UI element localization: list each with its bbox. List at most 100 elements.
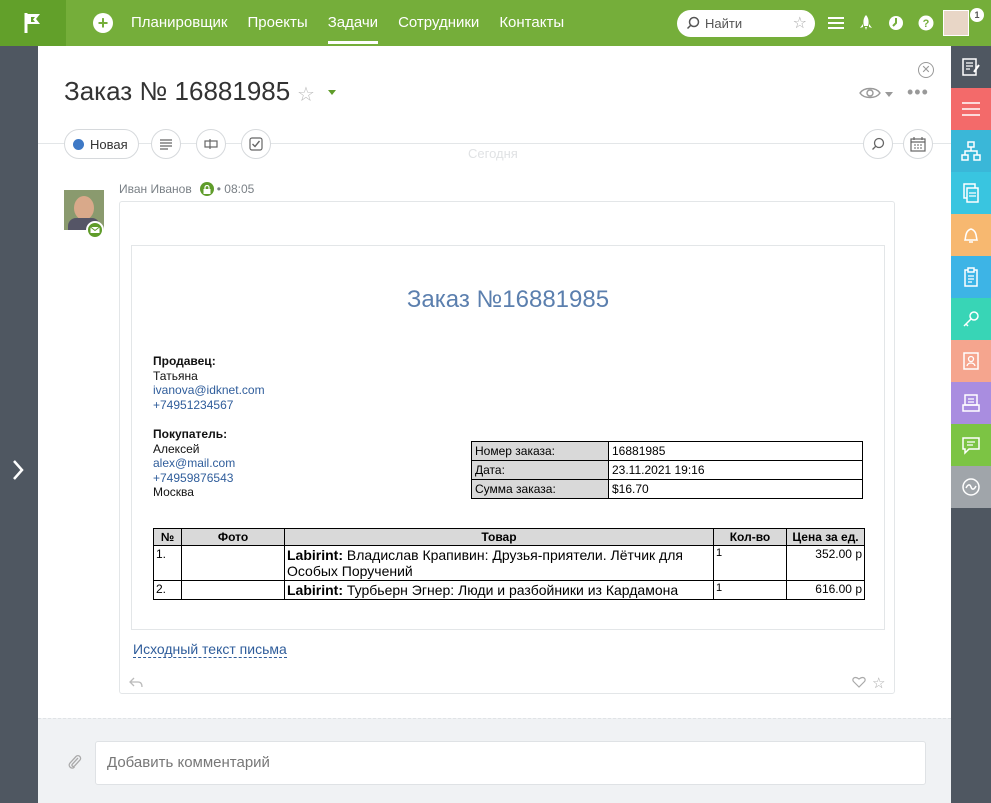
lock-icon: [199, 182, 214, 196]
seller-label: Продавец:: [153, 354, 216, 368]
email-body: Заказ №16881985 Продавец: Татьяна ivanov…: [131, 245, 885, 630]
item-product: Labirint: Владислав Крапивин: Друзья-при…: [284, 545, 714, 581]
search-feed-button[interactable]: [863, 129, 893, 159]
item-number: 2.: [153, 580, 182, 600]
user-avatar[interactable]: [943, 10, 969, 36]
contact-card-icon[interactable]: [951, 340, 991, 382]
favorite-star-icon[interactable]: ☆: [297, 82, 315, 107]
table-row: 1. Labirint: Владислав Крапивин: Друзья-…: [153, 545, 865, 581]
bell-icon[interactable]: [951, 214, 991, 256]
structure-icon[interactable]: [951, 130, 991, 172]
seller-block: Продавец: Татьяна ivanova@idknet.com +74…: [153, 354, 265, 412]
email-source-icon: [86, 221, 104, 239]
calendar-button[interactable]: [903, 129, 933, 159]
reply-icon[interactable]: [129, 676, 143, 688]
add-plus-icon[interactable]: +: [93, 13, 113, 33]
calendar-icon: [910, 137, 926, 152]
buyer-email-link[interactable]: alex@mail.com: [153, 456, 235, 470]
status-badge[interactable]: Новая: [64, 129, 139, 159]
clipboard-icon[interactable]: [951, 256, 991, 298]
item-price: 352.00 р: [786, 545, 865, 581]
column-header: Кол-во: [713, 528, 787, 546]
item-qty: 1: [713, 545, 787, 581]
buyer-name: Алексей: [153, 441, 200, 456]
original-email-link[interactable]: Исходный текст письма: [133, 641, 287, 658]
inbox-icon[interactable]: [951, 382, 991, 424]
info-key: Дата:: [471, 460, 609, 480]
nav-item-contacts[interactable]: Контакты: [499, 0, 564, 46]
info-value: 16881985: [608, 441, 863, 461]
message-card: Заказ №16881985 Продавец: Татьяна ivanov…: [119, 201, 895, 694]
notification-badge[interactable]: 1: [970, 8, 984, 22]
top-bar: + Планировщик Проекты Задачи Сотрудники …: [0, 0, 991, 46]
timer-icon[interactable]: [886, 13, 906, 33]
seller-email-link[interactable]: ivanova@idknet.com: [153, 383, 265, 397]
checklist-button[interactable]: [241, 129, 271, 159]
message-time: 08:05: [224, 182, 255, 196]
field-icon: [204, 139, 218, 149]
title-dropdown-icon[interactable]: [328, 90, 336, 95]
nav-item-tasks[interactable]: Задачи: [327, 0, 379, 46]
item-photo: [181, 580, 285, 600]
text-lines-icon: [160, 139, 172, 150]
info-value: 23.11.2021 19:16: [608, 460, 863, 480]
more-options-icon[interactable]: •••: [907, 82, 929, 103]
close-icon[interactable]: ✕: [918, 62, 934, 78]
order-items-table: № Фото Товар Кол-во Цена за ед. 1. Labir…: [153, 528, 865, 600]
help-icon[interactable]: ?: [916, 13, 936, 33]
status-dot-icon: [73, 138, 84, 150]
star-icon[interactable]: ☆: [793, 13, 807, 33]
item-brand: Labirint:: [287, 582, 343, 598]
chat-icon[interactable]: [951, 424, 991, 466]
seller-phone-link[interactable]: +74951234567: [153, 398, 233, 412]
buyer-block: Покупатель: Алексей alex@mail.com +74959…: [153, 427, 235, 500]
eye-icon[interactable]: [859, 86, 881, 100]
page-title: Заказ № 16881985: [64, 76, 291, 106]
main-nav: Планировщик Проекты Задачи Сотрудники Ко…: [131, 0, 584, 46]
heart-icon[interactable]: [852, 676, 866, 688]
key-icon[interactable]: [951, 298, 991, 340]
nav-item-planner[interactable]: Планировщик: [131, 0, 227, 46]
left-collapse-strip[interactable]: [0, 46, 38, 803]
comment-input[interactable]: Добавить комментарий: [95, 741, 926, 785]
search-placeholder: Найти: [705, 16, 743, 31]
item-title: Владислав Крапивин: Друзья-приятели. Лёт…: [287, 547, 683, 579]
svg-text:?: ?: [923, 18, 930, 30]
nav-item-employees[interactable]: Сотрудники: [398, 0, 479, 46]
watch-dropdown-icon[interactable]: [885, 92, 893, 97]
checkbox-icon: [249, 137, 263, 151]
edit-note-icon[interactable]: [951, 46, 991, 88]
seller-name: Татьяна: [153, 368, 198, 383]
comment-area: Добавить комментарий: [38, 718, 951, 803]
info-key: Сумма заказа:: [471, 479, 609, 499]
column-header: Товар: [284, 528, 714, 546]
star-icon[interactable]: ☆: [872, 674, 885, 692]
activity-icon[interactable]: [951, 466, 991, 508]
item-number: 1.: [153, 545, 182, 581]
search-icon: [686, 16, 700, 30]
item-product: Labirint: Турбьерн Эгнер: Люди и разбойн…: [284, 580, 714, 600]
table-header-row: № Фото Товар Кол-во Цена за ед.: [153, 528, 865, 546]
table-row: Дата: 23.11.2021 19:16: [471, 460, 863, 480]
search-input[interactable]: Найти ☆: [677, 10, 815, 37]
documents-icon[interactable]: [951, 172, 991, 214]
search-icon: [872, 137, 885, 150]
fields-button[interactable]: [196, 129, 226, 159]
list-icon[interactable]: [951, 88, 991, 130]
buyer-phone-link[interactable]: +74959876543: [153, 471, 233, 485]
column-header: Цена за ед.: [786, 528, 865, 546]
buyer-city: Москва: [153, 485, 194, 499]
today-separator: Сегодня: [468, 146, 518, 161]
status-label: Новая: [90, 136, 128, 152]
logo-flag-icon[interactable]: [0, 0, 66, 46]
author-name[interactable]: Иван Иванов: [119, 182, 192, 196]
paperclip-icon[interactable]: [68, 753, 82, 771]
rocket-icon[interactable]: [856, 13, 876, 33]
menu-icon[interactable]: [826, 13, 846, 33]
description-button[interactable]: [151, 129, 181, 159]
table-row: Сумма заказа: $16.70: [471, 479, 863, 499]
info-value: $16.70: [608, 479, 863, 499]
order-info-table: Номер заказа: 16881985 Дата: 23.11.2021 …: [471, 441, 863, 499]
chevron-right-icon[interactable]: [10, 458, 26, 482]
nav-item-projects[interactable]: Проекты: [247, 0, 307, 46]
